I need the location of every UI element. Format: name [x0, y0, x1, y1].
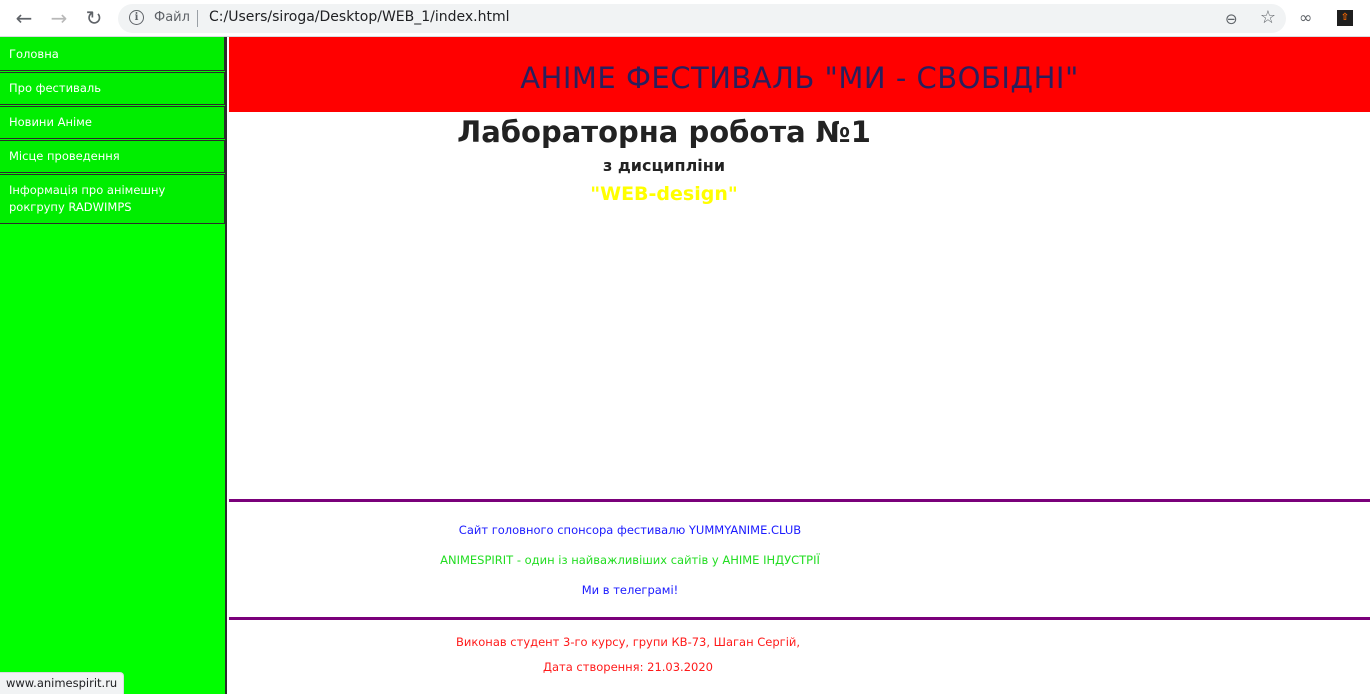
subtitle: з дисципліни	[602, 156, 726, 175]
star-icon[interactable]: ☆	[1260, 7, 1276, 28]
scheme-label: Файл	[154, 10, 190, 25]
address-separator	[197, 10, 198, 27]
back-arrow-icon[interactable]: ←	[12, 6, 36, 30]
main-content: АНІМЕ ФЕСТИВАЛЬ "МИ - СВОБІДНІ" Лаборато…	[229, 37, 1370, 694]
course-name: "WEB-design"	[590, 183, 738, 205]
extension-icon[interactable]: ⇧	[1337, 10, 1353, 26]
url-text[interactable]: C:/Users/siroga/Desktop/WEB_1/index.html	[209, 9, 510, 25]
zoom-out-icon[interactable]: ⊖	[1225, 10, 1241, 28]
browser-toolbar: ← → ↻ i Файл C:/Users/siroga/Desktop/WEB…	[0, 0, 1370, 37]
forward-arrow-icon[interactable]: →	[47, 6, 71, 30]
banner-title: АНІМЕ ФЕСТИВАЛЬ "МИ - СВОБІДНІ"	[520, 61, 1079, 95]
infinity-extension-icon[interactable]: ∞	[1299, 8, 1312, 27]
status-url-bubble: www.animespirit.ru	[0, 672, 125, 694]
telegram-link[interactable]: Ми в телеграмі!	[0, 583, 1260, 597]
sidebar-item-about-festival[interactable]: Про фестиваль	[0, 72, 225, 105]
sponsor-link[interactable]: Сайт головного спонсора фестивалю YUMMYA…	[0, 523, 1260, 537]
header-banner: АНІМЕ ФЕСТИВАЛЬ "МИ - СВОБІДНІ"	[229, 37, 1370, 112]
address-bar[interactable]: i Файл C:/Users/siroga/Desktop/WEB_1/ind…	[118, 4, 1286, 33]
creation-date: Дата створення: 21.03.2020	[543, 660, 713, 674]
reload-icon[interactable]: ↻	[82, 6, 106, 30]
sidebar-item-home[interactable]: Головна	[0, 37, 225, 71]
author-credit: Виконав студент 3-го курсу, групи КВ-73,…	[455, 635, 801, 649]
info-icon[interactable]: i	[129, 10, 144, 25]
divider	[229, 617, 1370, 620]
divider	[229, 499, 1370, 502]
animespirit-link[interactable]: ANIMESPIRIT - один із найважливіших сайт…	[0, 553, 1260, 567]
page-title: Лабораторна робота №1	[457, 115, 871, 149]
